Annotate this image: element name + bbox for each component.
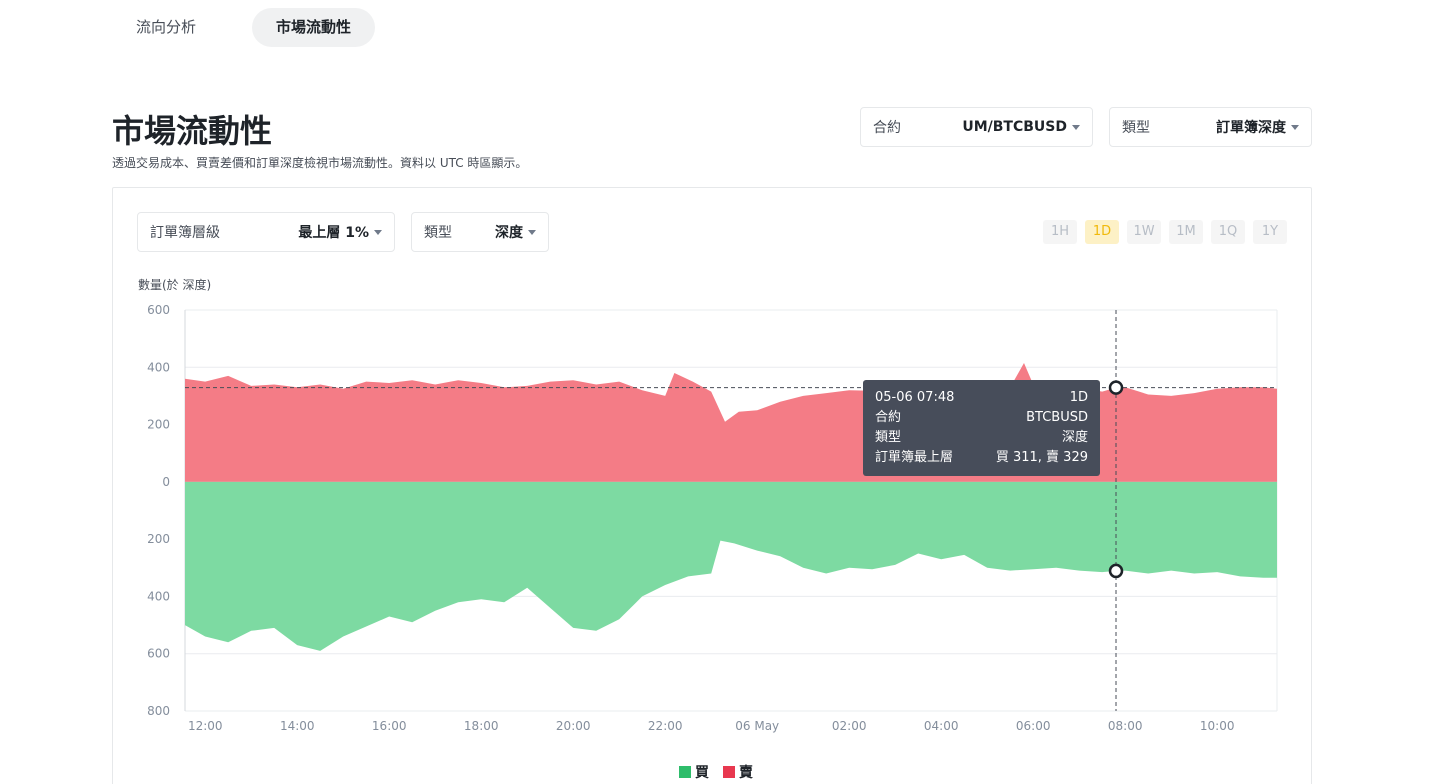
tooltip-type-label: 類型 — [875, 430, 902, 445]
y-tick-label: 200 — [147, 532, 170, 546]
legend-label-buy: 買 — [695, 765, 709, 781]
x-tick-label: 10:00 — [1200, 719, 1235, 733]
y-tick-label: 400 — [147, 360, 170, 374]
x-tick-label: 20:00 — [556, 719, 591, 733]
depth-chart[interactable]: 600 400 200 0 200 400 600 800 12:00 14:00 16:00 18:… — [0, 0, 1432, 784]
legend-swatch-sell — [723, 766, 735, 778]
y-tick-label: 600 — [147, 647, 170, 661]
tooltip-contract-label: 合約 — [875, 410, 902, 425]
x-tick-label: 02:00 — [832, 719, 867, 733]
x-tick-label: 18:00 — [464, 719, 499, 733]
tooltip-contract-value: BTCBUSD — [1026, 410, 1088, 425]
tooltip-period: 1D — [1069, 390, 1088, 405]
x-tick-label: 22:00 — [648, 719, 683, 733]
legend-item-sell[interactable]: 賣 — [723, 762, 753, 782]
x-tick-label: 06 May — [735, 719, 779, 733]
x-tick-label: 04:00 — [924, 719, 959, 733]
legend-swatch-buy — [679, 766, 691, 778]
y-tick-label: 800 — [147, 704, 170, 718]
sell-marker — [1108, 380, 1124, 395]
legend-label-sell: 賣 — [739, 765, 753, 781]
tooltip-level-label: 訂單簿最上層 — [875, 450, 954, 465]
x-tick-label: 16:00 — [372, 719, 407, 733]
buy-marker — [1108, 563, 1124, 579]
chart-legend: 買 賣 — [0, 762, 1432, 782]
tooltip-type-value: 深度 — [1061, 430, 1088, 445]
x-tick-label: 08:00 — [1108, 719, 1143, 733]
x-tick-label: 14:00 — [280, 719, 315, 733]
y-tick-label: 400 — [147, 589, 170, 603]
sell-area — [185, 363, 1277, 482]
y-tick-label: 0 — [162, 475, 170, 489]
x-tick-label: 06:00 — [1016, 719, 1051, 733]
y-tick-label: 600 — [147, 303, 170, 317]
y-tick-label: 200 — [147, 418, 170, 432]
chart-tooltip: 05-06 07:48 1D 合約 BTCBUSD 類型 深度 訂單簿最上層 買 311… — [863, 380, 1100, 476]
tooltip-time: 05-06 07:48 — [875, 390, 955, 405]
x-tick-label: 12:00 — [188, 719, 223, 733]
tooltip-level-value: 買 311, 賣 329 — [995, 450, 1088, 465]
legend-item-buy[interactable]: 買 — [679, 762, 709, 782]
